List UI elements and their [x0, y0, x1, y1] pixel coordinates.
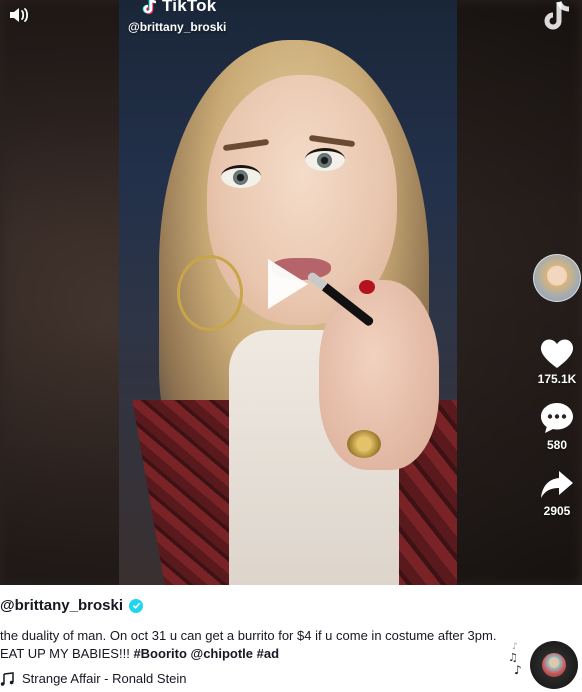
action-rail: 175.1K 580 2905	[533, 254, 581, 518]
comment-count: 580	[546, 438, 568, 452]
music-note-icon	[0, 671, 14, 686]
hashtag-link[interactable]: #Boorito	[133, 646, 186, 661]
post-meta: @brittany_broski the duality of man. On …	[0, 585, 582, 692]
share-action[interactable]: 2905	[533, 468, 581, 518]
tiktok-wordmark: TikTok	[162, 0, 217, 15]
video-player[interactable]: TikTok @brittany_broski 175.1K 580 2905	[0, 0, 582, 585]
subject-eye-right	[305, 148, 345, 171]
svg-text:♪: ♪	[514, 663, 522, 677]
sound-row[interactable]: Strange Affair - Ronald Stein	[0, 671, 187, 686]
sound-title[interactable]: Strange Affair - Ronald Stein	[22, 671, 187, 686]
tiktok-corner-icon[interactable]	[540, 0, 574, 34]
like-count: 175.1K	[537, 372, 577, 386]
hashtag-link[interactable]: #ad	[257, 646, 279, 661]
sound-disc-artwork	[542, 653, 566, 677]
author-row: @brittany_broski	[0, 597, 143, 614]
comment-icon[interactable]	[539, 400, 575, 436]
verified-icon	[129, 598, 143, 613]
creator-avatar[interactable]	[533, 254, 581, 302]
volume-icon[interactable]	[8, 6, 30, 24]
author-handle[interactable]: @brittany_broski	[0, 597, 123, 614]
subject-earring	[177, 255, 243, 331]
like-action[interactable]: 175.1K	[533, 336, 581, 386]
mention-link[interactable]: @chipotle	[191, 646, 254, 661]
subject-ring	[347, 430, 381, 458]
comment-action[interactable]: 580	[533, 400, 581, 452]
post-caption: the duality of man. On oct 31 u can get …	[0, 627, 500, 663]
play-icon[interactable]	[268, 259, 308, 309]
heart-icon[interactable]	[538, 336, 576, 370]
share-icon[interactable]	[539, 468, 575, 502]
subject-nail	[359, 280, 375, 294]
subject-eye-left	[221, 165, 261, 188]
tiktok-logo-icon	[142, 0, 157, 15]
video-watermark-handle: @brittany_broski	[128, 20, 227, 34]
share-count: 2905	[543, 504, 571, 518]
floating-music-notes-icon: ♪ ♫ ♪	[508, 642, 522, 677]
sound-disc[interactable]	[530, 641, 578, 689]
